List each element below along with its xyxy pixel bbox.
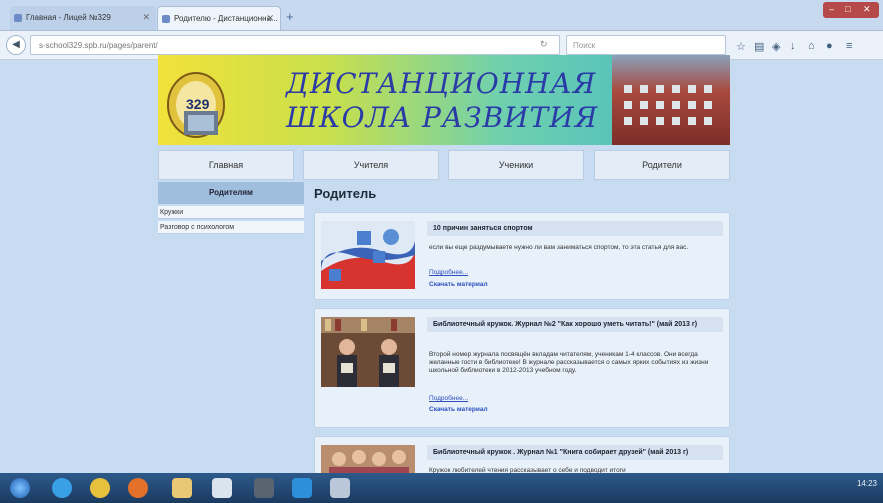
nav-parents[interactable]: Родители — [594, 150, 730, 180]
chat-icon[interactable]: ● — [826, 40, 833, 52]
url-input[interactable]: s-school329.spb.ru/pages/parent/ — [30, 35, 560, 55]
window-controls[interactable]: – □ ✕ — [823, 2, 879, 18]
reload-icon[interactable]: ↻ — [540, 39, 548, 50]
browser-tab-bar: Главная - Лицей №329 ✕ Родителю - Дистан… — [0, 0, 883, 31]
new-tab-button[interactable]: + — [286, 9, 294, 24]
main-nav: Главная Учителя Ученики Родители — [158, 150, 730, 180]
site-banner: 329 ДИСТАНЦИОННАЯ ШКОЛА РАЗВИТИЯ — [158, 55, 730, 145]
app-icon[interactable] — [330, 478, 350, 498]
page-title: Родитель — [314, 186, 377, 201]
ie-icon[interactable] — [52, 478, 72, 498]
banner-title-line1: ДИСТАНЦИОННАЯ — [286, 67, 597, 100]
sidebar-item-clubs[interactable]: Кружки — [158, 206, 304, 219]
download-icon[interactable]: ↓ — [790, 40, 796, 52]
article-title[interactable]: 10 причин заняться спортом — [427, 221, 723, 236]
start-button[interactable] — [10, 478, 30, 498]
article-card: 10 причин заняться спортом если вы еще р… — [314, 212, 730, 300]
banner-title-line2: ШКОЛА РАЗВИТИЯ — [286, 101, 599, 134]
favicon-icon — [14, 14, 22, 22]
logo-number: 329 — [186, 96, 210, 112]
nav-home[interactable]: Главная — [158, 150, 294, 180]
clipboard-icon[interactable]: ▤ — [754, 40, 764, 53]
close-window-icon[interactable]: ✕ — [863, 4, 871, 15]
tab-label: Главная - Лицей №329 — [26, 13, 111, 22]
favicon-icon — [162, 15, 170, 23]
menu-icon[interactable]: ≡ — [846, 40, 852, 52]
skype-icon[interactable] — [292, 478, 312, 498]
paint-icon[interactable] — [212, 478, 232, 498]
close-tab-icon[interactable]: ✕ — [142, 12, 150, 23]
chrome-icon[interactable] — [90, 478, 110, 498]
tab-parents[interactable]: Родителю - Дистанционна... ✕ — [157, 6, 281, 30]
school-building-image — [612, 55, 730, 145]
maximize-icon[interactable]: □ — [845, 4, 850, 14]
folder-icon[interactable] — [172, 478, 192, 498]
firefox-icon[interactable] — [128, 478, 148, 498]
article-title[interactable]: Библиотечный кружок. Журнал №2 "Как хоро… — [427, 317, 723, 332]
nav-teachers[interactable]: Учителя — [303, 150, 439, 180]
school-logo: 329 — [167, 72, 225, 138]
download-link[interactable]: Скачать материал — [429, 406, 488, 413]
tab-home[interactable]: Главная - Лицей №329 ✕ — [10, 6, 156, 30]
read-more-link[interactable]: Подробнее... — [429, 269, 468, 276]
minimize-icon[interactable]: – — [829, 4, 834, 14]
tab-label: Родителю - Дистанционна... — [174, 14, 278, 23]
nav-students[interactable]: Ученики — [448, 150, 584, 180]
article-thumbnail — [321, 221, 415, 289]
windows-taskbar: 14:23 — [0, 473, 883, 503]
phone-icon[interactable] — [254, 478, 274, 498]
read-more-link[interactable]: Подробнее... — [429, 395, 468, 402]
shield-icon[interactable]: ◈ — [772, 40, 780, 53]
download-link[interactable]: Скачать материал — [429, 281, 488, 288]
article-description: Второй номер журнала посвящён вкладам чи… — [429, 351, 709, 374]
star-icon[interactable]: ☆ — [736, 40, 746, 53]
sidebar-item-psychologist[interactable]: Разговор с психологом — [158, 221, 304, 234]
search-input[interactable]: Поиск — [566, 35, 726, 55]
article-card: Библиотечный кружок. Журнал №2 "Как хоро… — [314, 308, 730, 428]
article-title[interactable]: Библиотечный кружок . Журнал №1 "Книга с… — [427, 445, 723, 460]
back-button[interactable]: ◀ — [6, 35, 26, 55]
article-description: если вы еще раздумываете нужно ли вам за… — [429, 244, 689, 251]
system-clock[interactable]: 14:23 — [857, 479, 877, 488]
sidebar-heading: Родителям — [158, 182, 304, 204]
home-icon[interactable]: ⌂ — [808, 40, 815, 52]
article-thumbnail — [321, 317, 415, 387]
close-tab-icon[interactable]: ✕ — [266, 13, 274, 24]
